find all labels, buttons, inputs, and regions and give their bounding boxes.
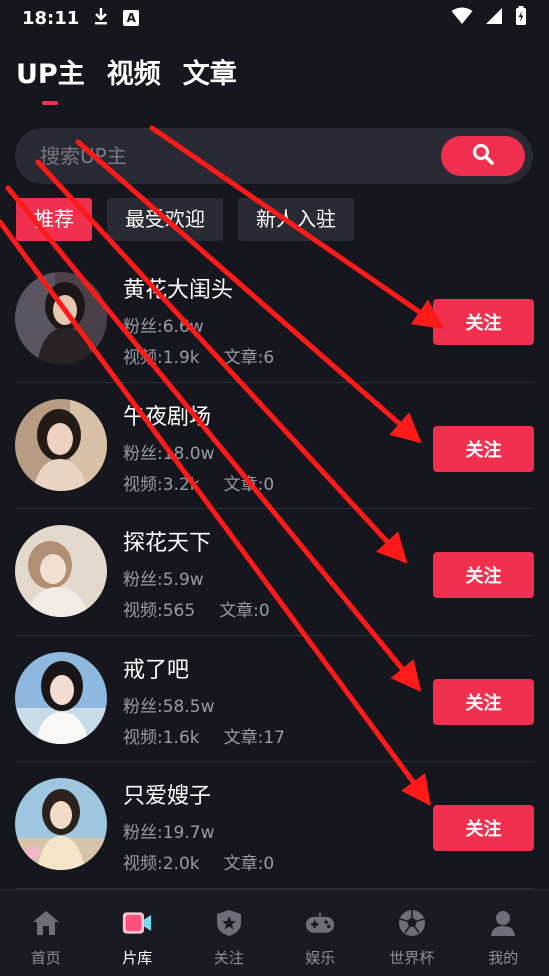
fans-count: 粉丝:19.7w <box>123 823 215 843</box>
tab-up-creators[interactable]: UP主 <box>16 52 85 105</box>
filter-newcomers[interactable]: 新人入驻 <box>238 198 354 241</box>
video-count: 视频:1.6k <box>123 727 200 748</box>
article-count: 文章:0 <box>223 854 275 874</box>
star-shield-icon <box>214 908 244 938</box>
tab-articles[interactable]: 文章 <box>183 52 237 105</box>
creator-row[interactable]: 探花天下 粉丝:5.9w 视频:565 文章:0 关注 <box>0 509 549 636</box>
article-count: 文章:0 <box>219 601 270 621</box>
search-button[interactable] <box>441 136 525 176</box>
video-count: 视频:565 <box>123 601 196 621</box>
gamepad-icon <box>305 908 335 938</box>
nav-label: 关注 <box>213 949 244 967</box>
filter-recommended[interactable]: 推荐 <box>16 198 92 241</box>
filter-most-popular[interactable]: 最受欢迎 <box>107 198 223 241</box>
creator-name: 只爱嫂子 <box>123 784 212 809</box>
video-count: 视频:3.2k <box>123 474 200 495</box>
top-tabs: UP主 视频 文章 <box>16 52 237 105</box>
follow-button[interactable]: 关注 <box>433 552 534 598</box>
avatar[interactable] <box>15 398 107 491</box>
filter-chips: 推荐 最受欢迎 新人入驻 <box>16 198 354 241</box>
creator-row[interactable]: 午夜剧场 粉丝:18.0w 视频:3.2k 文章:0 关注 <box>0 383 549 510</box>
article-count: 文章:6 <box>223 348 275 368</box>
follow-button[interactable]: 关注 <box>433 425 534 472</box>
nav-label: 我的 <box>488 949 519 967</box>
video-count: 视频:1.9k <box>123 348 200 368</box>
status-time: 18:11 <box>22 7 80 29</box>
soccer-ball-icon <box>397 908 427 938</box>
fans-count: 粉丝:5.9w <box>123 570 204 590</box>
notification-a-icon: A <box>123 10 140 26</box>
fans-count: 粉丝:18.0w <box>123 443 215 464</box>
signal-icon <box>485 7 503 30</box>
video-library-icon <box>122 908 152 938</box>
nav-label: 首页 <box>30 949 61 967</box>
home-icon <box>31 908 61 938</box>
fans-count: 粉丝:58.5w <box>123 696 215 717</box>
creator-name: 午夜剧场 <box>123 404 212 430</box>
creator-row[interactable]: 只爱嫂子 粉丝:19.7w 视频:2.0k 文章:0 关注 <box>0 762 549 889</box>
download-icon <box>93 7 109 30</box>
article-count: 文章:0 <box>223 474 275 495</box>
nav-label: 娱乐 <box>305 949 336 967</box>
creator-name: 黄花大闺头 <box>123 278 234 303</box>
creator-row[interactable]: 戒了吧 粉丝:58.5w 视频:1.6k 文章:17 关注 <box>0 636 549 763</box>
avatar[interactable] <box>15 525 107 617</box>
avatar[interactable] <box>15 651 107 744</box>
creator-name: 探花天下 <box>123 531 212 556</box>
follow-button[interactable]: 关注 <box>433 805 534 851</box>
avatar[interactable] <box>15 778 107 870</box>
creator-list: 黄花大闺头 粉丝:6.6w 视频:1.9k 文章:6 关注 午夜剧场 粉丝:18… <box>0 256 549 889</box>
search-bar: 搜索UP主 <box>15 128 533 184</box>
nav-label: 片库 <box>122 949 153 967</box>
nav-entertainment[interactable]: 娱乐 <box>275 890 367 976</box>
wifi-icon <box>451 7 473 30</box>
fans-count: 粉丝:6.6w <box>123 317 204 337</box>
search-icon <box>472 143 494 169</box>
bottom-nav: 首页 片库 关注 娱乐 世界杯 我的 <box>0 889 549 976</box>
user-icon <box>488 908 518 938</box>
tab-videos[interactable]: 视频 <box>107 52 161 105</box>
video-count: 视频:2.0k <box>123 854 200 874</box>
creator-name: 戒了吧 <box>123 657 190 683</box>
search-input[interactable]: 搜索UP主 <box>40 128 127 184</box>
battery-icon <box>515 5 527 31</box>
article-count: 文章:17 <box>223 727 285 748</box>
nav-profile[interactable]: 我的 <box>458 890 549 976</box>
status-bar: 18:11 A <box>0 0 549 36</box>
nav-following[interactable]: 关注 <box>183 890 275 976</box>
avatar[interactable] <box>15 272 107 364</box>
nav-library[interactable]: 片库 <box>92 890 184 976</box>
creator-row[interactable]: 黄花大闺头 粉丝:6.6w 视频:1.9k 文章:6 关注 <box>0 256 549 383</box>
nav-world-cup[interactable]: 世界杯 <box>366 890 458 976</box>
follow-button[interactable]: 关注 <box>433 299 534 345</box>
nav-label: 世界杯 <box>389 949 435 967</box>
nav-home[interactable]: 首页 <box>0 890 92 976</box>
follow-button[interactable]: 关注 <box>433 678 534 725</box>
